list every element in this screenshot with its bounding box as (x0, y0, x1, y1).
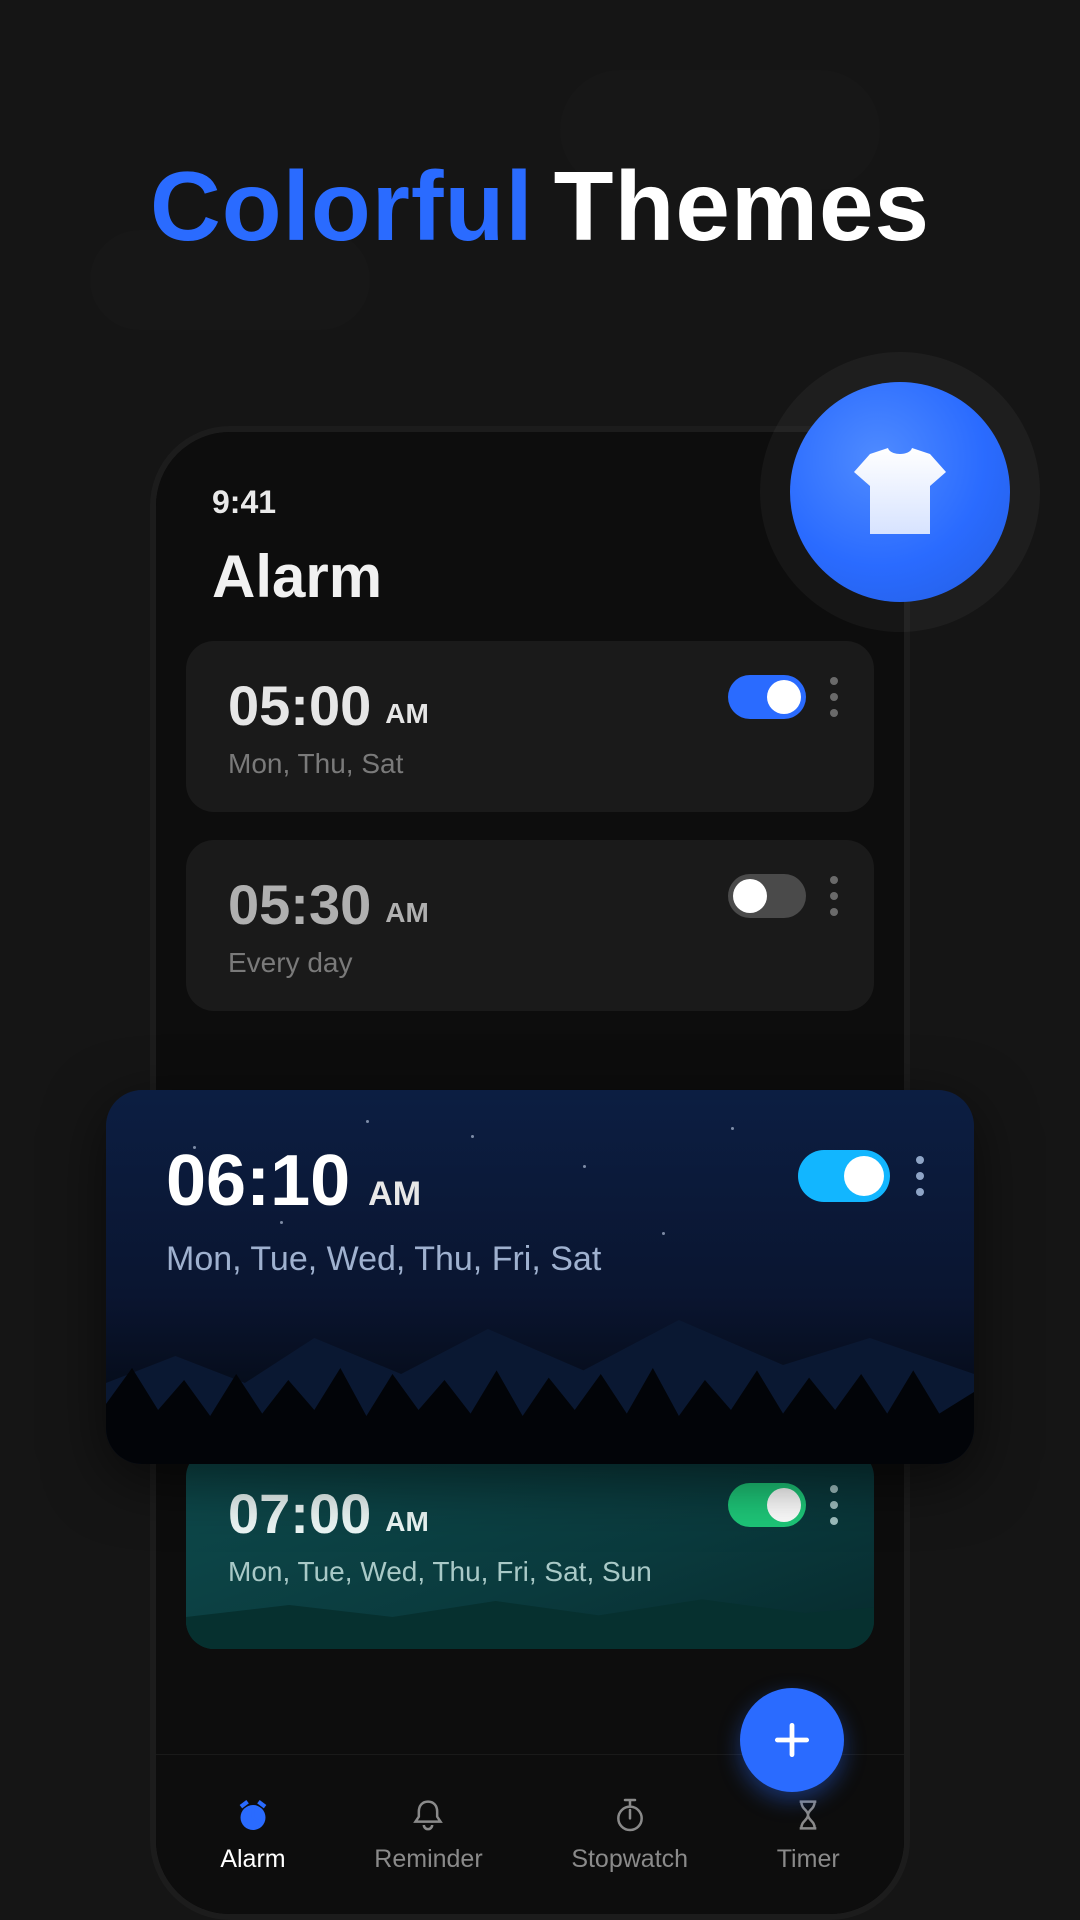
kebab-icon[interactable] (830, 1485, 838, 1525)
kebab-icon[interactable] (830, 876, 838, 916)
kebab-icon[interactable] (830, 677, 838, 717)
alarm-days: Mon, Thu, Sat (228, 748, 834, 780)
tab-label: Alarm (220, 1845, 285, 1874)
add-alarm-button[interactable] (740, 1688, 844, 1792)
kebab-icon[interactable] (916, 1156, 924, 1196)
alarm-days: Mon, Tue, Wed, Thu, Fri, Sat (166, 1240, 918, 1279)
shirt-icon (850, 442, 950, 542)
alarm-clock-icon (233, 1795, 273, 1835)
theme-button[interactable] (790, 382, 1010, 602)
hourglass-icon (788, 1795, 828, 1835)
alarm-card-themed[interactable]: 07:00 AM Mon, Tue, Wed, Thu, Fri, Sat, S… (186, 1449, 874, 1649)
alarm-ampm: AM (385, 897, 429, 929)
alarm-time: 06:10 (166, 1140, 350, 1222)
alarm-card-featured[interactable]: 06:10 AM Mon, Tue, Wed, Thu, Fri, Sat (106, 1090, 974, 1464)
alarm-card[interactable]: 05:00 AM Mon, Thu, Sat (186, 641, 874, 812)
alarm-time: 07:00 (228, 1481, 371, 1546)
alarm-toggle[interactable] (728, 874, 806, 918)
alarm-ampm: AM (368, 1175, 421, 1214)
alarm-toggle[interactable] (728, 675, 806, 719)
alarm-toggle[interactable] (798, 1150, 890, 1202)
tab-timer[interactable]: Timer (777, 1795, 840, 1874)
hero-title: ColorfulThemes (0, 150, 1080, 263)
alarm-toggle[interactable] (728, 1483, 806, 1527)
plus-icon (770, 1718, 814, 1762)
status-time: 9:41 (212, 484, 276, 521)
tab-label: Timer (777, 1845, 840, 1874)
bell-icon (408, 1795, 448, 1835)
alarm-days: Every day (228, 947, 834, 979)
alarm-ampm: AM (385, 1506, 429, 1538)
tab-label: Stopwatch (571, 1845, 688, 1874)
alarm-days: Mon, Tue, Wed, Thu, Fri, Sat, Sun (228, 1556, 834, 1588)
tab-alarm[interactable]: Alarm (220, 1795, 285, 1874)
alarm-card[interactable]: 05:30 AM Every day (186, 840, 874, 1011)
tab-label: Reminder (374, 1845, 482, 1874)
alarm-time: 05:30 (228, 872, 371, 937)
tab-stopwatch[interactable]: Stopwatch (571, 1795, 688, 1874)
alarm-time: 05:00 (228, 673, 371, 738)
tab-reminder[interactable]: Reminder (374, 1795, 482, 1874)
alarm-ampm: AM (385, 698, 429, 730)
stopwatch-icon (610, 1795, 650, 1835)
